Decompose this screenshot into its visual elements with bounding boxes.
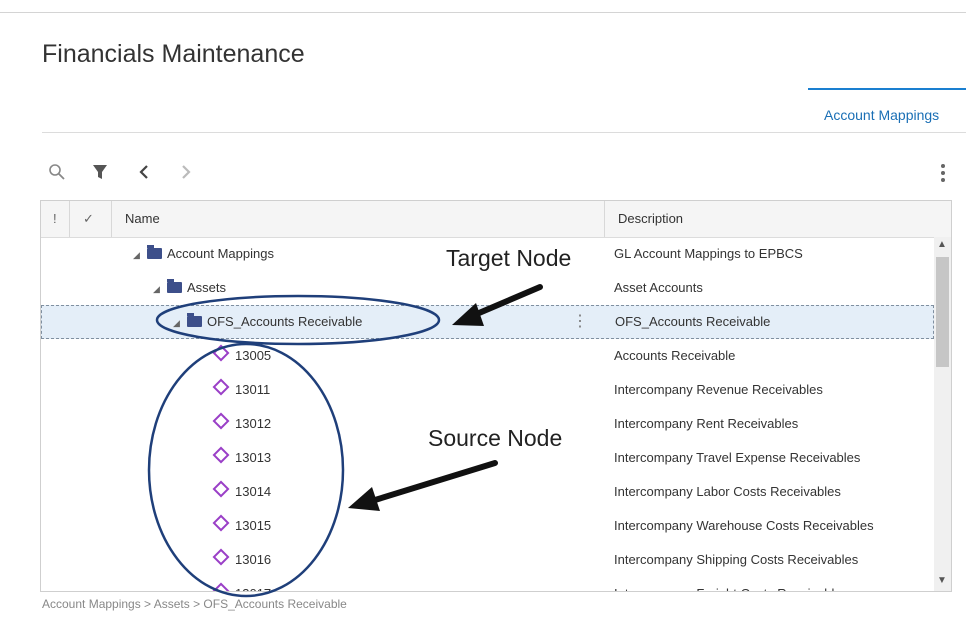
source-arrow-shaft bbox=[372, 460, 498, 503]
source-arrowhead-icon bbox=[348, 487, 380, 511]
target-node-ellipse bbox=[155, 294, 441, 346]
target-arrow-shaft bbox=[469, 284, 543, 319]
target-node-label: Target Node bbox=[446, 245, 572, 271]
target-arrowhead-icon bbox=[452, 303, 484, 326]
annotation-overlay bbox=[147, 284, 543, 598]
source-node-label: Source Node bbox=[428, 425, 563, 451]
source-node-ellipse bbox=[147, 342, 345, 598]
